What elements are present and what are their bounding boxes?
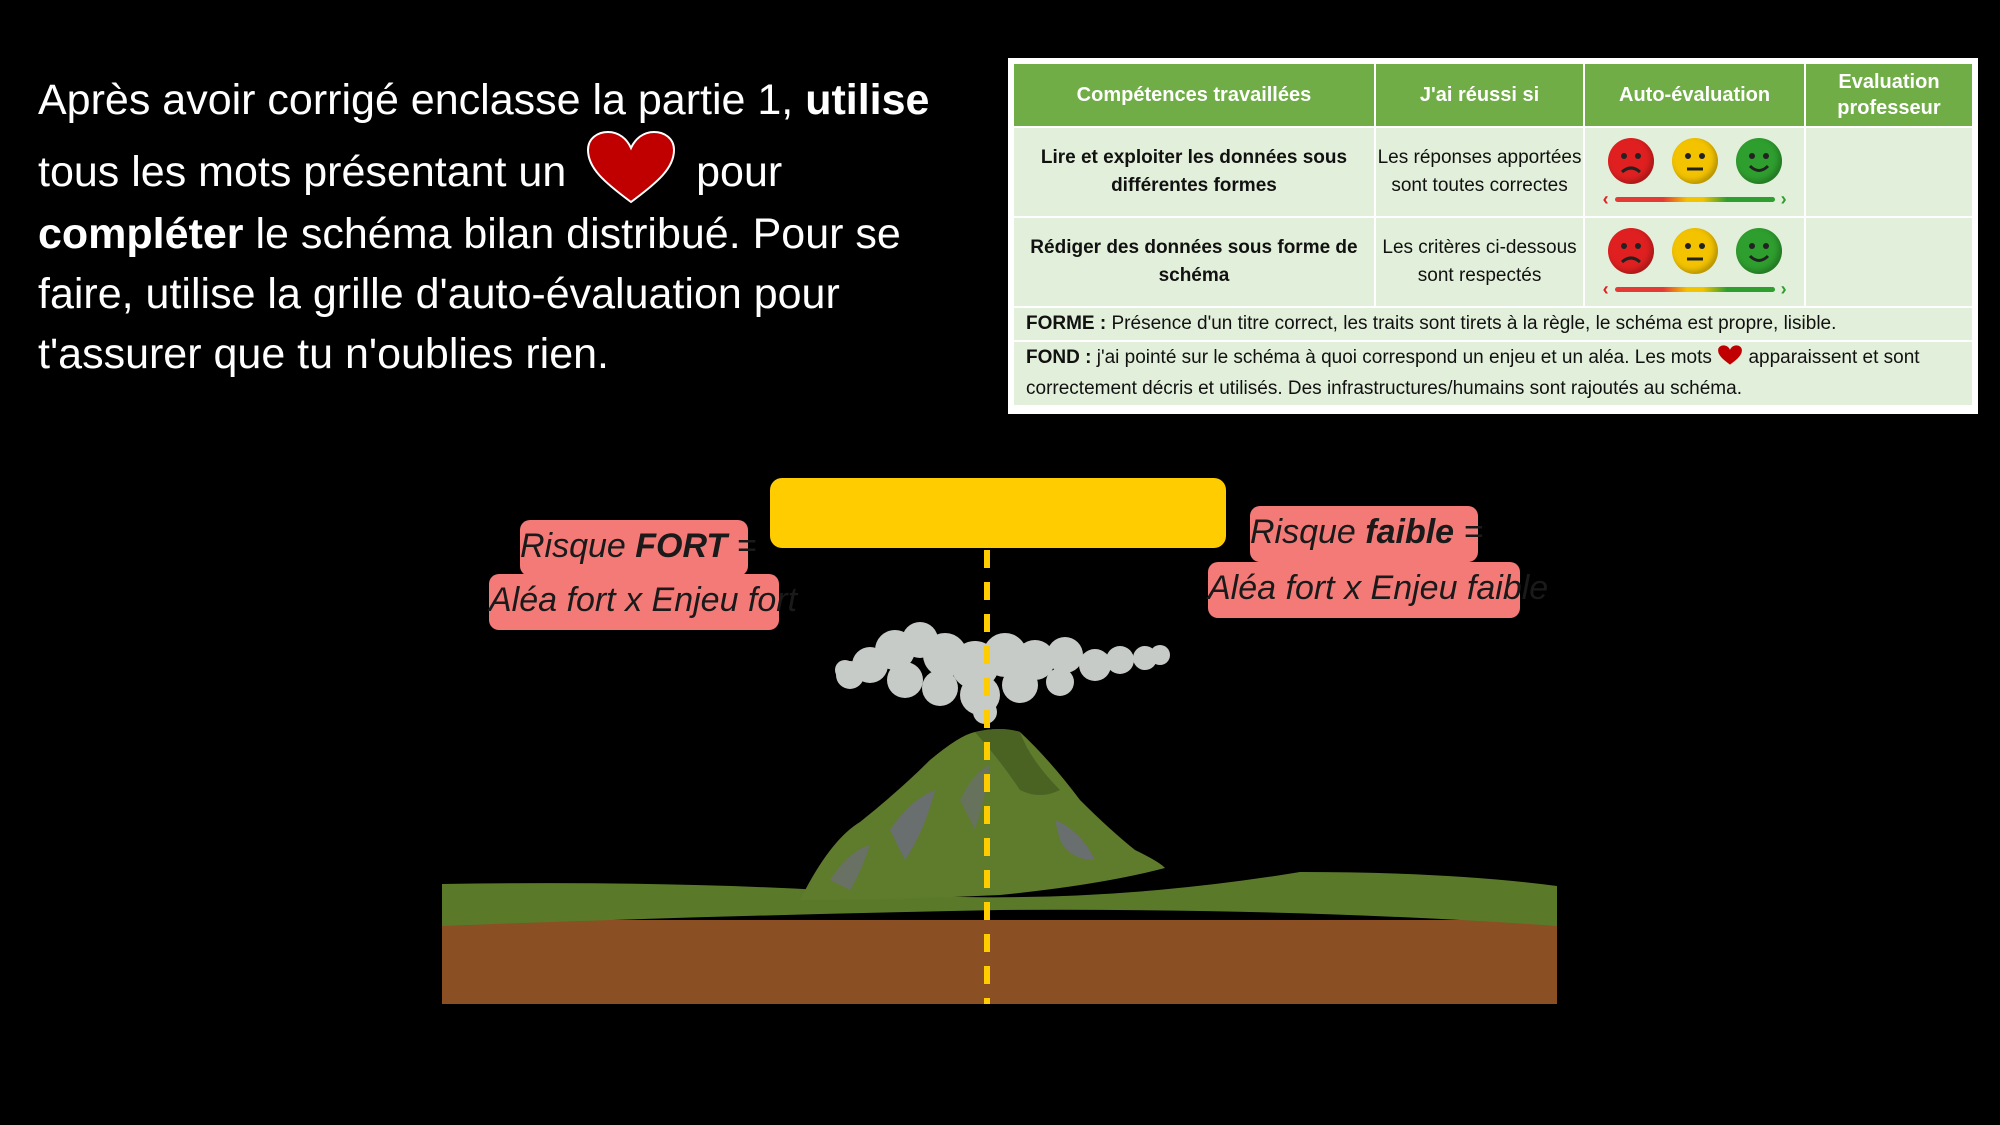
instruction-part2: tous les mots présentant un — [38, 148, 579, 196]
risk-fort-prefix: Risque — [520, 527, 636, 565]
competence-cell: Lire et exploiter les données sous diffé… — [1012, 126, 1376, 218]
criteria-cell: Les critères ci-dessous sont respectés — [1373, 216, 1586, 308]
scale-right-arrow: › — [1780, 189, 1787, 209]
risk-faible-formula: Aléa fort x Enjeu faible — [1208, 562, 1548, 618]
heart-icon — [1717, 344, 1743, 375]
auto-evaluation-cell: ‹ › — [1583, 126, 1806, 218]
soil-layer — [442, 920, 1557, 1004]
volcano-illustration — [800, 729, 1165, 900]
fond-criteria: FOND : j'ai pointé sur le schéma à quoi … — [1012, 340, 1974, 407]
competence-cell: Rédiger des données sous forme de schéma — [1012, 216, 1376, 308]
instruction-part1: Après avoir corrigé enclasse la partie 1… — [38, 76, 806, 124]
evaluation-scale: ‹ › — [1586, 190, 1803, 208]
header-auto-evaluation: Auto-évaluation — [1583, 62, 1806, 128]
instruction-part3: pour — [684, 148, 783, 196]
neutral-face-icon[interactable] — [1671, 228, 1718, 274]
smoke-cloud — [835, 622, 1170, 724]
fond-text-1: j'ai pointé sur le schéma à quoi corresp… — [1091, 347, 1718, 368]
scale-bar — [1614, 286, 1775, 292]
scale-right-arrow: › — [1780, 279, 1787, 299]
scale-bar — [1614, 196, 1775, 202]
happy-face-icon[interactable] — [1735, 228, 1782, 274]
header-competences: Compétences travaillées — [1012, 62, 1376, 128]
risk-faible-prefix: Risque — [1250, 513, 1366, 551]
evaluation-table: Compétences travaillées J'ai réussi si A… — [1012, 62, 1975, 407]
instruction-text: Après avoir corrigé enclasse la partie 1… — [38, 70, 998, 384]
happy-face-icon[interactable] — [1735, 138, 1782, 184]
table-row: Lire et exploiter les données sous diffé… — [1012, 126, 1975, 218]
risk-faible-label: Risque faible = — [1250, 506, 1483, 562]
forme-text: Présence d'un titre correct, les traits … — [1106, 313, 1837, 334]
criteria-cell: Les réponses apportées sont toutes corre… — [1373, 126, 1586, 218]
instruction-bold-utilise: utilise — [805, 76, 930, 124]
risk-faible-suffix: = — [1454, 513, 1484, 551]
evaluation-grid: Compétences travaillées J'ai réussi si A… — [1008, 58, 1978, 414]
risk-fort-suffix: = — [727, 527, 757, 565]
evaluation-scale: ‹ › — [1586, 280, 1803, 298]
sad-face-icon[interactable] — [1607, 138, 1654, 184]
table-row: Rédiger des données sous forme de schéma… — [1012, 216, 1975, 308]
risk-fort-label: Risque FORT = — [520, 520, 757, 576]
teacher-evaluation-cell[interactable] — [1803, 126, 1975, 218]
header-reussi: J'ai réussi si — [1373, 62, 1586, 128]
title-box[interactable] — [770, 478, 1226, 548]
forme-label: FORME : — [1026, 313, 1107, 334]
heart-icon — [584, 130, 678, 204]
scale-left-arrow: ‹ — [1602, 189, 1609, 209]
header-evaluation-professeur: Evaluation professeur — [1803, 62, 1975, 128]
sad-face-icon[interactable] — [1607, 228, 1654, 274]
risk-fort-bold: FORT — [635, 527, 728, 565]
forme-criteria: FORME : Présence d'un titre correct, les… — [1012, 306, 1974, 342]
risk-faible-bold: faible — [1365, 513, 1455, 551]
grass-layer — [442, 872, 1557, 926]
auto-evaluation-cell: ‹ › — [1583, 216, 1806, 308]
risk-fort-formula: Aléa fort x Enjeu fort — [489, 574, 797, 630]
scale-left-arrow: ‹ — [1602, 279, 1609, 299]
teacher-evaluation-cell[interactable] — [1803, 216, 1975, 308]
fond-label: FOND : — [1026, 347, 1092, 368]
neutral-face-icon[interactable] — [1671, 138, 1718, 184]
instruction-bold-completer: compléter — [38, 210, 244, 258]
